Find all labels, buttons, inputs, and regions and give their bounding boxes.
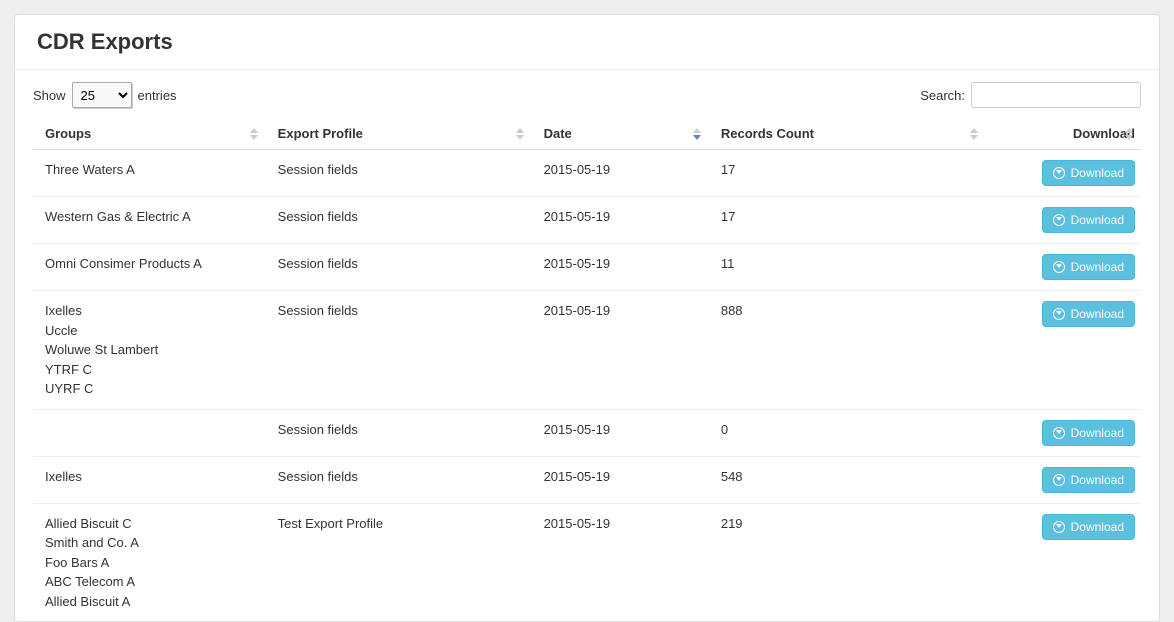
show-label: Show	[33, 88, 66, 103]
download-icon	[1053, 214, 1065, 226]
search-label: Search:	[920, 88, 965, 103]
download-button-label: Download	[1071, 520, 1124, 534]
cell-export-profile: Session fields	[266, 291, 532, 410]
search-input[interactable]	[971, 82, 1141, 108]
cell-groups: Ixelles Uccle Woluwe St Lambert YTRF C U…	[33, 291, 266, 410]
column-header-label: Groups	[45, 126, 91, 141]
sort-icon	[250, 127, 258, 141]
download-icon	[1053, 308, 1065, 320]
download-icon	[1053, 521, 1065, 533]
download-icon	[1053, 261, 1065, 273]
table-row: Allied Biscuit C Smith and Co. A Foo Bar…	[33, 503, 1141, 621]
cell-groups: Western Gas & Electric A	[33, 197, 266, 244]
column-header-label: Export Profile	[278, 126, 363, 141]
table-row: Omni Consimer Products ASession fields20…	[33, 244, 1141, 291]
column-header-label: Records Count	[721, 126, 814, 141]
cell-records-count: 888	[709, 291, 986, 410]
entries-label: entries	[138, 88, 177, 103]
column-header-export-profile[interactable]: Export Profile	[266, 118, 532, 150]
download-button[interactable]: Download	[1042, 420, 1135, 446]
download-button-label: Download	[1071, 260, 1124, 274]
cell-export-profile: Session fields	[266, 456, 532, 503]
sort-icon	[693, 127, 701, 141]
cell-date: 2015-05-19	[532, 197, 709, 244]
table-search-control: Search:	[920, 82, 1141, 108]
cell-groups: Omni Consimer Products A	[33, 244, 266, 291]
download-icon	[1053, 474, 1065, 486]
cell-records-count: 219	[709, 503, 986, 621]
download-button[interactable]: Download	[1042, 207, 1135, 233]
table-row: Western Gas & Electric ASession fields20…	[33, 197, 1141, 244]
download-icon	[1053, 167, 1065, 179]
sort-icon	[1125, 127, 1133, 141]
download-button-label: Download	[1071, 426, 1124, 440]
cell-download: Download	[986, 197, 1141, 244]
cell-groups	[33, 409, 266, 456]
page-title: CDR Exports	[37, 29, 1137, 55]
column-header-groups[interactable]: Groups	[33, 118, 266, 150]
cell-download: Download	[986, 244, 1141, 291]
cell-export-profile: Session fields	[266, 150, 532, 197]
download-button[interactable]: Download	[1042, 467, 1135, 493]
cell-records-count: 548	[709, 456, 986, 503]
column-header-records-count[interactable]: Records Count	[709, 118, 986, 150]
download-button-label: Download	[1071, 473, 1124, 487]
cell-export-profile: Session fields	[266, 197, 532, 244]
page-length-select[interactable]: 102550100	[72, 82, 132, 108]
column-header-date[interactable]: Date	[532, 118, 709, 150]
table-row: Ixelles Uccle Woluwe St Lambert YTRF C U…	[33, 291, 1141, 410]
cell-date: 2015-05-19	[532, 150, 709, 197]
cell-groups: Three Waters A	[33, 150, 266, 197]
download-button[interactable]: Download	[1042, 160, 1135, 186]
cell-groups: Allied Biscuit C Smith and Co. A Foo Bar…	[33, 503, 266, 621]
table-row: Three Waters ASession fields2015-05-1917…	[33, 150, 1141, 197]
sort-icon	[516, 127, 524, 141]
column-header-download[interactable]: Download	[986, 118, 1141, 150]
cdr-exports-table: Groups Export Profile Date	[33, 118, 1141, 621]
cell-date: 2015-05-19	[532, 244, 709, 291]
cell-export-profile: Session fields	[266, 244, 532, 291]
download-icon	[1053, 427, 1065, 439]
download-button-label: Download	[1071, 307, 1124, 321]
cell-groups: Ixelles	[33, 456, 266, 503]
download-button-label: Download	[1071, 213, 1124, 227]
cell-date: 2015-05-19	[532, 291, 709, 410]
cell-download: Download	[986, 456, 1141, 503]
column-header-label: Date	[544, 126, 572, 141]
table-row: Session fields2015-05-190 Download	[33, 409, 1141, 456]
cell-download: Download	[986, 150, 1141, 197]
cell-download: Download	[986, 503, 1141, 621]
cell-records-count: 0	[709, 409, 986, 456]
sort-icon	[970, 127, 978, 141]
cell-date: 2015-05-19	[532, 503, 709, 621]
cell-download: Download	[986, 291, 1141, 410]
cell-export-profile: Session fields	[266, 409, 532, 456]
download-button-label: Download	[1071, 166, 1124, 180]
download-button[interactable]: Download	[1042, 301, 1135, 327]
download-button[interactable]: Download	[1042, 254, 1135, 280]
cell-records-count: 17	[709, 150, 986, 197]
cell-export-profile: Test Export Profile	[266, 503, 532, 621]
cell-records-count: 17	[709, 197, 986, 244]
cell-date: 2015-05-19	[532, 409, 709, 456]
cell-records-count: 11	[709, 244, 986, 291]
cell-date: 2015-05-19	[532, 456, 709, 503]
download-button[interactable]: Download	[1042, 514, 1135, 540]
table-row: IxellesSession fields2015-05-19548 Downlo…	[33, 456, 1141, 503]
table-length-control: Show 102550100 entries	[33, 82, 177, 108]
cdr-exports-panel: CDR Exports Show 102550100 entries Searc…	[14, 14, 1160, 622]
cell-download: Download	[986, 409, 1141, 456]
